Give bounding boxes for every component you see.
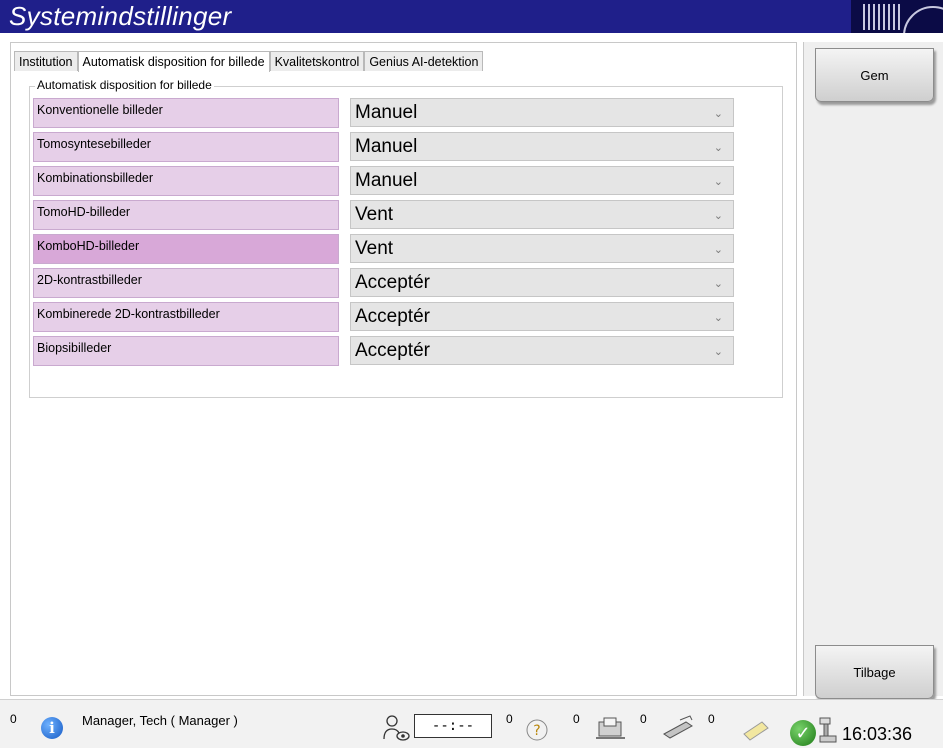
patient-icon[interactable] xyxy=(382,713,412,743)
print-count: 0 xyxy=(708,712,715,726)
help-icon[interactable]: ? xyxy=(525,718,549,742)
brand-logo-icon xyxy=(851,0,943,33)
output-icon[interactable] xyxy=(595,716,627,742)
select-value: Vent xyxy=(355,238,394,259)
save-button-label: Gem xyxy=(860,68,889,83)
select-tomosynthesis[interactable]: Manuel ⌄ xyxy=(350,132,734,161)
chevron-down-icon: ⌄ xyxy=(713,244,723,256)
select-value: Manuel xyxy=(355,136,418,157)
chevron-down-icon: ⌄ xyxy=(713,108,723,120)
check-icon[interactable]: ✓ xyxy=(790,720,816,746)
tab-automatic-disposition[interactable]: Automatisk disposition for billede xyxy=(77,51,270,72)
current-user[interactable]: Manager, Tech ( Manager ) xyxy=(82,713,238,728)
row-label-biopsy: Biopsibilleder xyxy=(33,336,339,366)
row-label-combination: Kombinationsbilleder xyxy=(33,166,339,196)
chevron-down-icon: ⌄ xyxy=(713,210,723,222)
svg-text:?: ? xyxy=(533,723,540,739)
select-tomohd[interactable]: Vent ⌄ xyxy=(350,200,734,229)
row-label-tomosynthesis: Tomosyntesebilleder xyxy=(33,132,339,162)
output-count: 0 xyxy=(640,712,647,726)
select-value: Acceptér xyxy=(355,340,430,361)
notification-count: 0 xyxy=(10,712,17,726)
row-label-tomohd: TomoHD-billeder xyxy=(33,200,339,230)
group-title: Automatisk disposition for billede xyxy=(35,78,214,92)
row-label-conventional: Konventionelle billeder xyxy=(33,98,339,128)
tab-genius-ai-detection[interactable]: Genius AI-detektion xyxy=(364,51,484,71)
chevron-down-icon: ⌄ xyxy=(713,176,723,188)
select-value: Manuel xyxy=(355,102,418,123)
clock: 16:03:36 xyxy=(842,724,913,744)
info-icon[interactable]: i xyxy=(41,717,63,739)
select-combined-2d-contrast[interactable]: Acceptér ⌄ xyxy=(350,302,734,331)
save-button[interactable]: Gem xyxy=(815,48,934,102)
title-bar: Systemindstillinger xyxy=(0,0,943,33)
help-count: 0 xyxy=(573,712,580,726)
device-icon[interactable] xyxy=(818,716,840,746)
chevron-down-icon: ⌄ xyxy=(713,142,723,154)
select-combination[interactable]: Manuel ⌄ xyxy=(350,166,734,195)
back-button[interactable]: Tilbage xyxy=(815,645,934,699)
back-button-label: Tilbage xyxy=(853,665,896,680)
timer-count: 0 xyxy=(506,712,513,726)
print-icon[interactable] xyxy=(660,714,696,742)
row-label-combined-2d-contrast: Kombinerede 2D-kontrastbilleder xyxy=(33,302,339,332)
timer-display: --:-- xyxy=(414,714,492,738)
select-value: Vent xyxy=(355,204,394,225)
tab-quality-control[interactable]: Kvalitetskontrol xyxy=(269,51,365,71)
select-2d-contrast[interactable]: Acceptér ⌄ xyxy=(350,268,734,297)
select-biopsy[interactable]: Acceptér ⌄ xyxy=(350,336,734,365)
side-panel xyxy=(803,42,943,696)
select-value: Manuel xyxy=(355,170,418,191)
select-value: Acceptér xyxy=(355,272,430,293)
select-value: Acceptér xyxy=(355,306,430,327)
row-label-combohd: KomboHD-billeder xyxy=(33,234,339,264)
note-icon[interactable] xyxy=(740,718,770,742)
chevron-down-icon: ⌄ xyxy=(713,346,723,358)
select-conventional[interactable]: Manuel ⌄ xyxy=(350,98,734,127)
row-label-2d-contrast: 2D-kontrastbilleder xyxy=(33,268,339,298)
tab-bar: Institution Automatisk disposition for b… xyxy=(14,51,484,72)
window-title: Systemindstillinger xyxy=(9,1,232,31)
chevron-down-icon: ⌄ xyxy=(713,278,723,290)
chevron-down-icon: ⌄ xyxy=(713,312,723,324)
tab-institution[interactable]: Institution xyxy=(14,51,78,71)
select-combohd[interactable]: Vent ⌄ xyxy=(350,234,734,263)
